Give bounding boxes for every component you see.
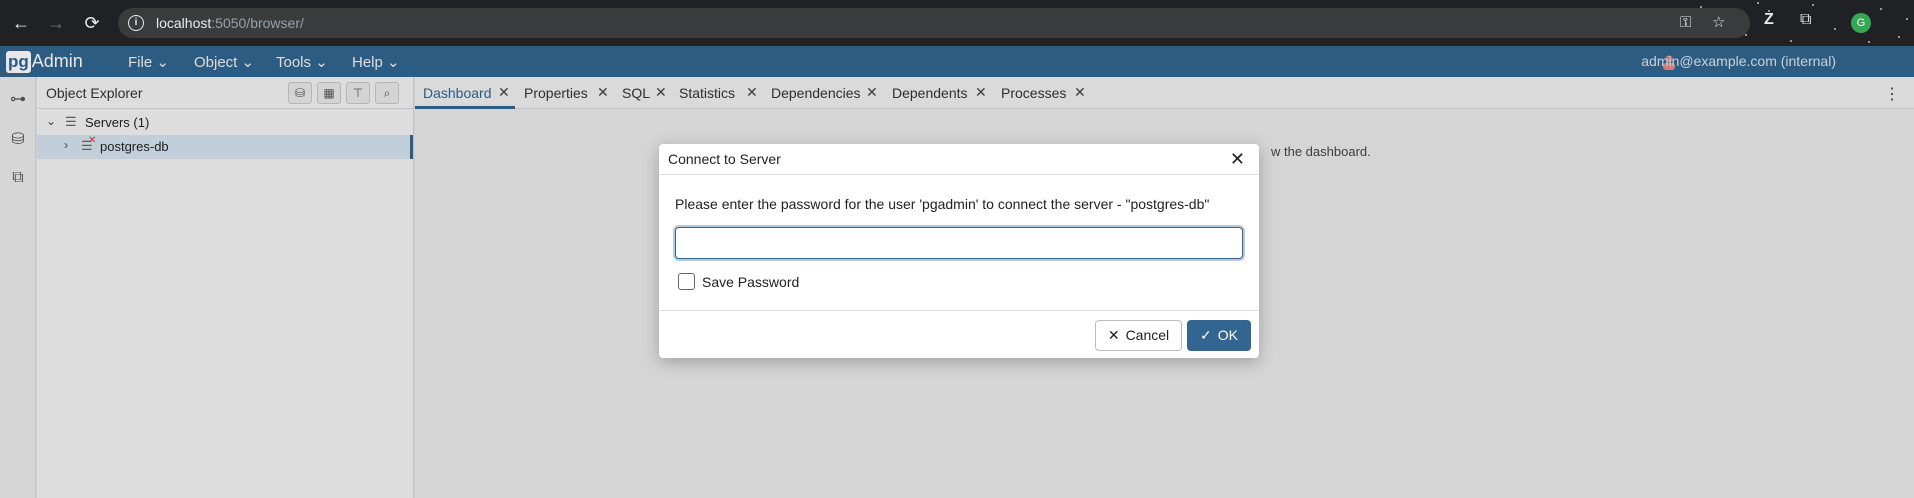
dialog-footer-divider (659, 310, 1259, 311)
back-arrow-icon[interactable]: ← (8, 10, 34, 36)
reload-icon[interactable]: ⟳ (79, 10, 105, 36)
browser-toolbar: ← → ⟳ i localhost:5050/browser/ ⚿ ☆ Z ⧉ … (0, 0, 1914, 46)
star-icon[interactable]: ☆ (1712, 13, 1725, 33)
check-icon: ✓ (1200, 327, 1212, 343)
connect-to-server-dialog: Connect to Server ✕ Please enter the pas… (659, 144, 1259, 358)
ok-button[interactable]: ✓ OK (1187, 320, 1251, 351)
dialog-message: Please enter the password for the user '… (675, 196, 1210, 212)
address-bar[interactable]: i localhost:5050/browser/ ⚿ ☆ (118, 8, 1750, 38)
save-password-label[interactable]: Save Password (702, 274, 799, 290)
close-icon[interactable]: ✕ (1230, 149, 1245, 170)
z-extension-icon[interactable]: Z (1764, 11, 1774, 29)
cancel-button-label: Cancel (1125, 327, 1170, 343)
ok-button-label: OK (1217, 327, 1238, 343)
dialog-header: Connect to Server ✕ (659, 144, 1259, 175)
profile-avatar[interactable]: G (1851, 13, 1871, 33)
password-input[interactable] (675, 227, 1243, 259)
close-icon: ✕ (1107, 327, 1120, 343)
dialog-title: Connect to Server (668, 151, 781, 167)
site-info-icon[interactable]: i (128, 15, 144, 31)
url-text: localhost:5050/browser/ (156, 15, 304, 31)
extensions-puzzle-icon[interactable]: ⧉ (1800, 11, 1811, 29)
cancel-button[interactable]: ✕ Cancel (1095, 320, 1182, 351)
key-icon[interactable]: ⚿ (1680, 13, 1691, 33)
forward-arrow-icon[interactable]: → (43, 10, 69, 36)
save-password-checkbox[interactable] (678, 273, 695, 290)
